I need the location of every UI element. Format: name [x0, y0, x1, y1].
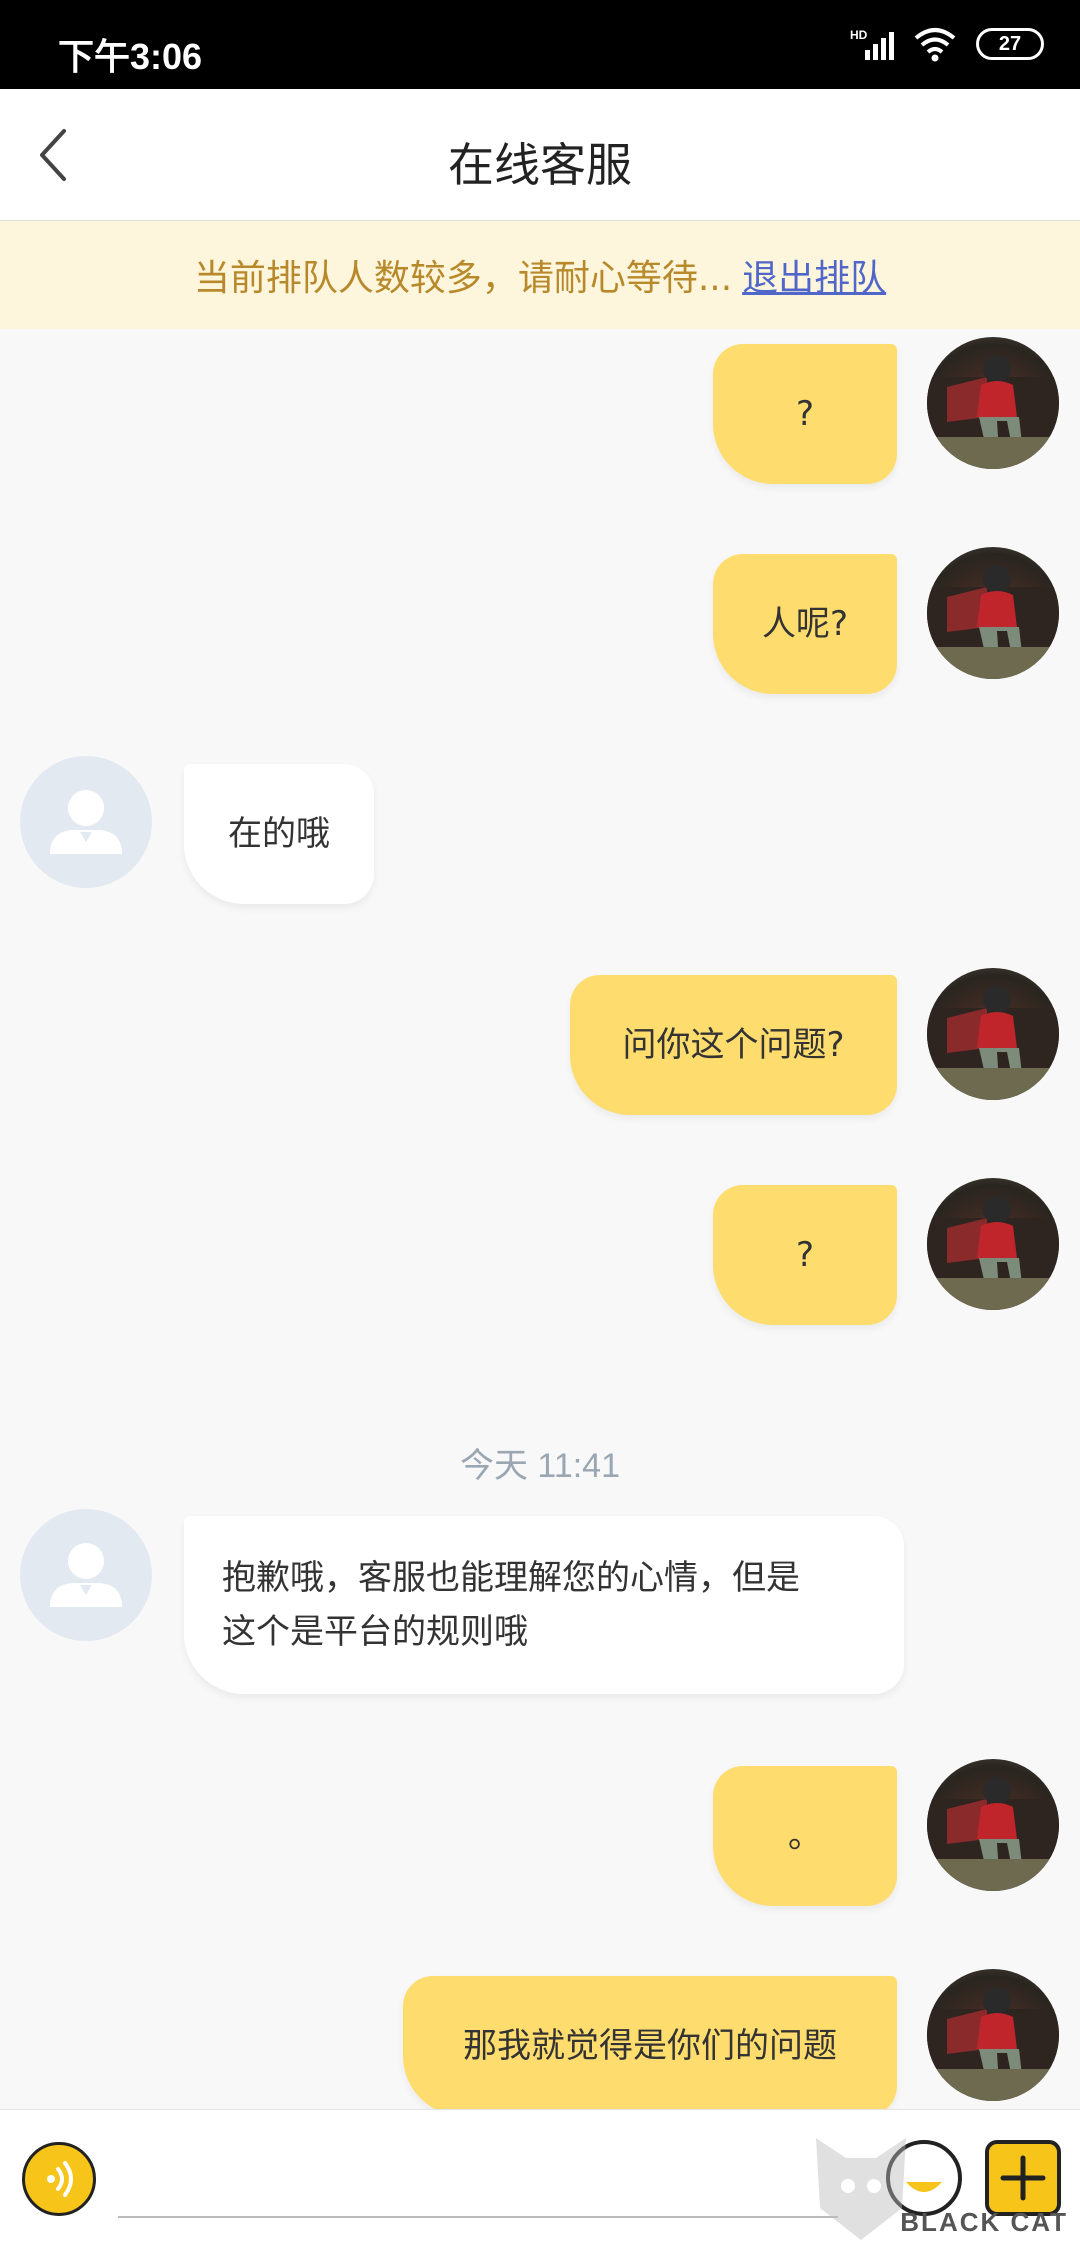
user-avatar[interactable] [927, 1178, 1059, 1310]
title-bar: 在线客服 [0, 89, 1080, 221]
agent-avatar [20, 1509, 152, 1641]
exit-queue-link[interactable]: 退出排队 [742, 249, 886, 301]
input-bar [0, 2109, 1080, 2248]
page-title: 在线客服 [448, 138, 632, 192]
queue-message: 当前排队人数较多，请耐心等待... [193, 258, 733, 299]
user-avatar-icon [927, 1987, 1059, 2101]
user-avatar[interactable] [927, 337, 1059, 469]
message-text: 。 [788, 1816, 822, 1856]
message-text: 那我就觉得是你们的问题 [463, 2026, 837, 2066]
message-bubble-user: ? [713, 1185, 897, 1325]
user-avatar-icon [927, 1196, 1059, 1310]
wifi-icon [914, 28, 956, 62]
signal-icon: HD [850, 24, 894, 64]
user-avatar-icon [927, 986, 1059, 1100]
person-icon [50, 1543, 122, 1607]
message-bubble-user: ? [713, 344, 897, 484]
message-text: 人呢? [761, 604, 849, 644]
chat-area[interactable]: ? 人呢? 在的哦 问你这个问题? ? 今天 11:41 抱歉哦，客服也能理解您… [0, 329, 1080, 2109]
message-text: 问你这个问题? [622, 1025, 845, 1065]
user-avatar[interactable] [927, 1759, 1059, 1891]
user-avatar-icon [927, 565, 1059, 679]
message-text: ? [795, 394, 815, 434]
emoji-icon [906, 2182, 942, 2192]
message-text: 抱歉哦，客服也能理解您的心情，但是 这个是平台的规则哦 [222, 1551, 800, 1659]
user-avatar[interactable] [927, 1969, 1059, 2101]
message-line: 这个是平台的规则哦 [222, 1612, 528, 1652]
person-icon [50, 790, 122, 854]
emoji-button[interactable] [886, 2140, 962, 2216]
message-bubble-user: 问你这个问题? [570, 975, 897, 1115]
message-bubble-user: 。 [713, 1766, 897, 1906]
message-bubble-user: 人呢? [713, 554, 897, 694]
queue-banner: 当前排队人数较多，请耐心等待... 退出排队 [0, 221, 1080, 329]
message-line: 抱歉哦，客服也能理解您的心情，但是 [222, 1558, 800, 1598]
message-bubble-agent: 抱歉哦，客服也能理解您的心情，但是 这个是平台的规则哦 [184, 1516, 904, 1694]
message-bubble-agent: 在的哦 [184, 764, 374, 904]
user-avatar-icon [927, 1777, 1059, 1891]
user-avatar-icon [927, 355, 1059, 469]
status-time: 下午3:06 [58, 36, 203, 77]
more-options-button[interactable] [985, 2140, 1061, 2216]
message-text: 在的哦 [228, 814, 330, 854]
voice-input-button[interactable] [22, 2142, 96, 2216]
battery-icon: 27 [976, 28, 1044, 60]
user-avatar[interactable] [927, 968, 1059, 1100]
message-input[interactable] [118, 2150, 838, 2218]
plus-icon [1000, 2155, 1046, 2201]
status-bar: 下午3:06 HD 27 [0, 0, 1080, 89]
message-bubble-user: 那我就觉得是你们的问题 [403, 1976, 897, 2109]
status-icons: HD 27 [850, 24, 1044, 64]
user-avatar[interactable] [927, 547, 1059, 679]
chat-timestamp: 今天 11:41 [459, 1447, 620, 1485]
voice-icon [47, 2161, 73, 2197]
agent-avatar [20, 756, 152, 888]
message-text: ? [795, 1235, 815, 1275]
